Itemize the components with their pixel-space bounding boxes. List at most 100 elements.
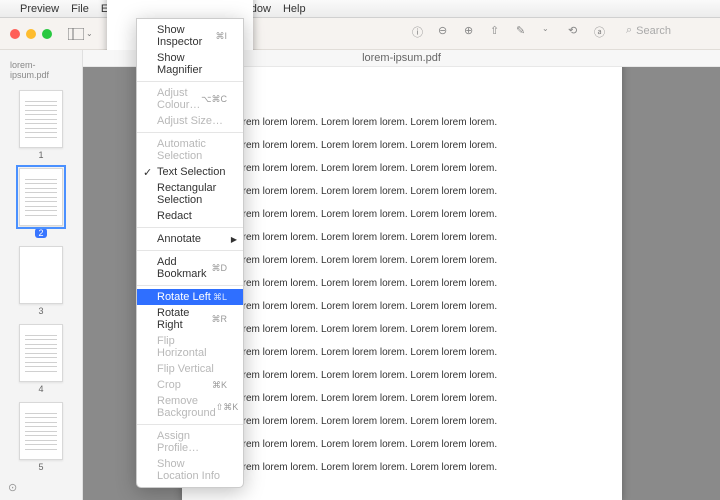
menu-item-flip-vertical: Flip Vertical	[137, 361, 243, 377]
toolbar-actions: ⓘ ⊖ ⊕ ⇧ ✎ ⌄ ⟲ ⓐ ⌕ Search	[412, 22, 710, 39]
menu-item-label: Adjust Size…	[157, 115, 223, 127]
menu-item-annotate[interactable]: Annotate▶	[137, 231, 243, 247]
menu-item-show-inspector[interactable]: Show Inspector⌘I	[137, 22, 243, 50]
menu-separator	[137, 250, 243, 251]
thumbnail-label: 5	[0, 462, 82, 472]
minimize-button[interactable]	[26, 29, 36, 39]
zoom-in-icon[interactable]: ⊕	[464, 24, 478, 38]
share-icon[interactable]: ⇧	[490, 24, 504, 38]
markup-icon[interactable]: ⓐ	[594, 24, 608, 38]
menu-separator	[137, 424, 243, 425]
menu-item-label: Redact	[157, 210, 192, 222]
menu-item-label: Add Bookmark	[157, 256, 212, 280]
thumbnail-page-5[interactable]	[19, 402, 63, 460]
body-text-line: Lorem lorem lorem. Lorem lorem lorem. Lo…	[232, 324, 572, 335]
menu-item-add-bookmark[interactable]: Add Bookmark⌘D	[137, 254, 243, 282]
menu-item-show-magnifier[interactable]: Show Magnifier	[137, 50, 243, 78]
body-text-line: Lorem lorem lorem. Lorem lorem lorem. Lo…	[232, 439, 572, 450]
thumbnail-page-1[interactable]	[19, 90, 63, 148]
menu-item-label: Automatic Selection	[157, 138, 227, 162]
body-text-line: Lorem lorem lorem. Lorem lorem lorem. Lo…	[232, 347, 572, 358]
thumbnail-label: 3	[0, 306, 82, 316]
body-text-line: Lorem lorem lorem. Lorem lorem lorem. Lo…	[232, 416, 572, 427]
search-icon: ⌕	[626, 24, 632, 37]
traffic-lights	[10, 29, 52, 39]
menu-item-redact[interactable]: Redact	[137, 208, 243, 224]
body-text-line: Lorem lorem lorem. Lorem lorem lorem. Lo…	[232, 301, 572, 312]
menu-shortcut: ⌥⌘C	[201, 94, 227, 105]
info-icon[interactable]: ⓘ	[412, 24, 426, 38]
body-text-line: Lorem lorem lorem. Lorem lorem lorem. Lo…	[232, 186, 572, 197]
menu-item-flip-horizontal: Flip Horizontal	[137, 333, 243, 361]
body-text-line: Lorem lorem lorem. Lorem lorem lorem. Lo…	[232, 278, 572, 289]
app-menu[interactable]: Preview	[20, 3, 59, 15]
body-text-line: Lorem lorem lorem. Lorem lorem lorem. Lo…	[232, 232, 572, 243]
menu-separator	[137, 285, 243, 286]
menu-item-assign-profile: Assign Profile…	[137, 428, 243, 456]
menu-item-text-selection[interactable]: ✓ Text Selection	[137, 164, 243, 180]
menu-shortcut: ⇧⌘K	[216, 402, 239, 413]
menu-shortcut: ⌘R	[212, 314, 228, 325]
body-text-line: Lorem lorem lorem. Lorem lorem lorem. Lo…	[232, 255, 572, 266]
sidebar-options-icon[interactable]: ⊙	[8, 481, 17, 494]
menu-item-automatic-selection: Automatic Selection	[137, 136, 243, 164]
menu-separator	[137, 132, 243, 133]
close-button[interactable]	[10, 29, 20, 39]
body-text-line: Lorem lorem lorem. Lorem lorem lorem. Lo…	[232, 209, 572, 220]
menu-shortcut: ⌘I	[215, 31, 227, 42]
thumbnail-label: 2	[35, 228, 47, 238]
check-icon: ✓	[143, 166, 152, 179]
highlight-icon[interactable]: ✎	[516, 24, 530, 38]
thumbnail-label: 4	[0, 384, 82, 394]
menu-item-remove-background: Remove Background⇧⌘K	[137, 393, 243, 421]
menu-item-label: Flip Horizontal	[157, 335, 227, 359]
menu-item-rectangular-selection[interactable]: Rectangular Selection	[137, 180, 243, 208]
help-menu[interactable]: Help	[283, 3, 306, 15]
menu-shortcut: ⌘D	[212, 263, 228, 274]
thumbnail-page-4[interactable]	[19, 324, 63, 382]
body-text-line: Lorem lorem lorem. Lorem lorem lorem. Lo…	[232, 393, 572, 404]
zoom-out-icon[interactable]: ⊖	[438, 24, 452, 38]
document-page: Lorem lorem lorem. Lorem lorem lorem. Lo…	[182, 67, 622, 500]
file-menu[interactable]: File	[71, 3, 89, 15]
highlight-chevron-icon[interactable]: ⌄	[542, 24, 556, 38]
menu-item-label: Adjust Colour…	[157, 87, 201, 111]
body-text-line: Lorem lorem lorem. Lorem lorem lorem. Lo…	[232, 163, 572, 174]
sidebar-doc-title: lorem-ipsum.pdf	[0, 56, 82, 84]
body-text-line: Lorem lorem lorem. Lorem lorem lorem. Lo…	[232, 462, 572, 473]
body-text-line: Lorem lorem lorem. Lorem lorem lorem. Lo…	[232, 370, 572, 381]
menu-item-rotate-left[interactable]: Rotate Left⌘L	[137, 289, 243, 305]
menu-item-label: Rotate Right	[157, 307, 212, 331]
menu-item-adjust-size: Adjust Size…	[137, 113, 243, 129]
menu-item-label: Crop	[157, 379, 181, 391]
thumbnail-sidebar[interactable]: lorem-ipsum.pdf 1 2 3 4 5 ⊙	[0, 50, 83, 500]
menu-item-show-location-info: Show Location Info	[137, 456, 243, 484]
thumbnail-label: 1	[0, 150, 82, 160]
menu-item-label: Remove Background	[157, 395, 216, 419]
menu-item-label: Show Inspector	[157, 24, 215, 48]
menu-item-label: Assign Profile…	[157, 430, 227, 454]
menu-separator	[137, 227, 243, 228]
menu-item-label: Rectangular Selection	[157, 182, 227, 206]
body-text-line: Lorem lorem lorem. Lorem lorem lorem. Lo…	[232, 117, 572, 128]
menu-item-label: Rotate Left	[157, 291, 211, 303]
body-text-line: Lorem lorem lorem. Lorem lorem lorem. Lo…	[232, 140, 572, 151]
menu-item-adjust-colour: Adjust Colour…⌥⌘C	[137, 85, 243, 113]
menu-item-label: Flip Vertical	[157, 363, 214, 375]
tools-menu-dropdown: Show Inspector⌘IShow MagnifierAdjust Col…	[136, 18, 244, 488]
rotate-icon[interactable]: ⟲	[568, 24, 582, 38]
search-input[interactable]: ⌕ Search	[620, 22, 710, 39]
window-toolbar: ⌄ lorem-ipsum.pdfPage 2 of 5 ⓘ ⊖ ⊕ ⇧ ✎ ⌄…	[0, 18, 720, 50]
menu-item-label: Text Selection	[157, 166, 225, 178]
menu-item-label: Annotate	[157, 233, 201, 245]
view-mode-button[interactable]: ⌄	[68, 28, 93, 40]
menu-item-rotate-right[interactable]: Rotate Right⌘R	[137, 305, 243, 333]
fullscreen-button[interactable]	[42, 29, 52, 39]
thumbnail-page-2[interactable]	[19, 168, 63, 226]
menu-item-crop: Crop ⌘K	[137, 377, 243, 393]
menu-item-label: Show Location Info	[157, 458, 227, 482]
menu-shortcut: ⌘K	[212, 380, 227, 391]
menu-item-label: Show Magnifier	[157, 52, 227, 76]
menu-shortcut: ⌘L	[213, 292, 227, 303]
thumbnail-page-3[interactable]	[19, 246, 63, 304]
